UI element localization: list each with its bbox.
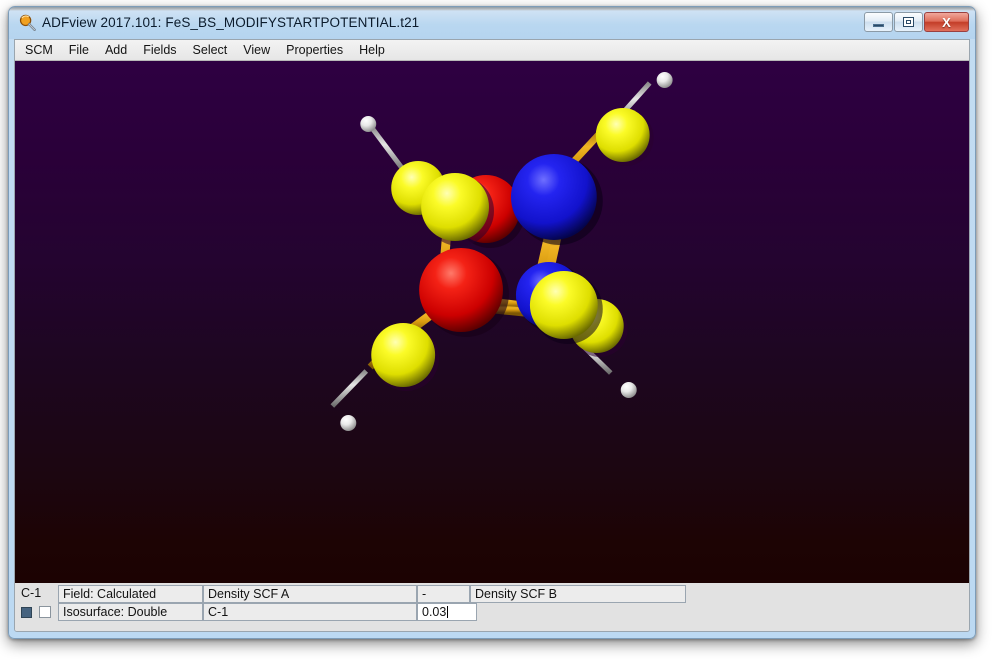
atom-hydrogen xyxy=(340,415,357,431)
atom-hydrogen xyxy=(360,116,377,132)
menu-item-fields[interactable]: Fields xyxy=(136,41,183,60)
menu-item-scm[interactable]: SCM xyxy=(18,41,60,60)
molecule-3d-model[interactable] xyxy=(15,61,969,585)
isovalue-input[interactable]: 0.03 xyxy=(417,603,477,621)
minimize-icon xyxy=(865,13,892,31)
isosurface-target-cell[interactable]: C-1 xyxy=(203,603,417,621)
atom-sulfur xyxy=(421,173,490,241)
window-title: ADFview 2017.101: FeS_BS_MODIFYSTARTPOTE… xyxy=(42,15,420,30)
isosurface-row: Isosurface: Double C-1 0.03 xyxy=(15,603,969,621)
isosurface-toggles xyxy=(17,603,57,621)
magnifier-icon xyxy=(19,14,36,31)
isosurface-color-swatch[interactable] xyxy=(21,607,32,618)
field-operand-a-cell[interactable]: Density SCF A xyxy=(203,585,417,603)
atom-hydrogen xyxy=(656,72,673,88)
text-caret xyxy=(447,606,449,618)
field-operand-b-cell[interactable]: Density SCF B xyxy=(470,585,686,603)
close-button[interactable]: X xyxy=(924,12,969,32)
menu-item-file[interactable]: File xyxy=(62,41,96,60)
menu-item-add[interactable]: Add xyxy=(98,41,134,60)
title-bar[interactable]: ADFview 2017.101: FeS_BS_MODIFYSTARTPOTE… xyxy=(9,7,975,39)
menu-item-view[interactable]: View xyxy=(236,41,277,60)
field-type-cell[interactable]: Field: Calculated xyxy=(58,585,203,603)
menu-item-help[interactable]: Help xyxy=(352,41,392,60)
close-icon: X xyxy=(942,14,951,30)
minimize-button[interactable] xyxy=(864,12,893,32)
client-area: SCM File Add Fields Select View Properti… xyxy=(14,39,970,632)
application-window: ADFview 2017.101: FeS_BS_MODIFYSTARTPOTE… xyxy=(8,6,976,639)
atom-sulfur xyxy=(595,108,650,162)
menu-item-properties[interactable]: Properties xyxy=(279,41,350,60)
atom-iron-alpha xyxy=(419,248,503,332)
isovalue-text: 0.03 xyxy=(422,605,447,619)
atom-group xyxy=(340,72,673,431)
maximize-icon xyxy=(895,13,922,31)
field-id-label: C-1 xyxy=(21,586,42,600)
atom-sulfur xyxy=(529,271,598,339)
atom-hydrogen xyxy=(620,382,637,398)
atom-iron-beta xyxy=(510,154,597,240)
field-properties-panel: C-1 Field: Calculated Density SCF A - De… xyxy=(15,583,969,631)
menu-bar: SCM File Add Fields Select View Properti… xyxy=(15,40,969,61)
atom-sulfur xyxy=(371,323,436,387)
menu-item-select[interactable]: Select xyxy=(186,41,235,60)
isosurface-visibility-checkbox[interactable] xyxy=(39,606,51,618)
field-operator-cell[interactable]: - xyxy=(417,585,470,603)
field-row: C-1 Field: Calculated Density SCF A - De… xyxy=(15,585,969,603)
isosurface-type-cell[interactable]: Isosurface: Double xyxy=(58,603,203,621)
molecule-viewport[interactable] xyxy=(15,61,969,585)
maximize-button[interactable] xyxy=(894,12,923,32)
